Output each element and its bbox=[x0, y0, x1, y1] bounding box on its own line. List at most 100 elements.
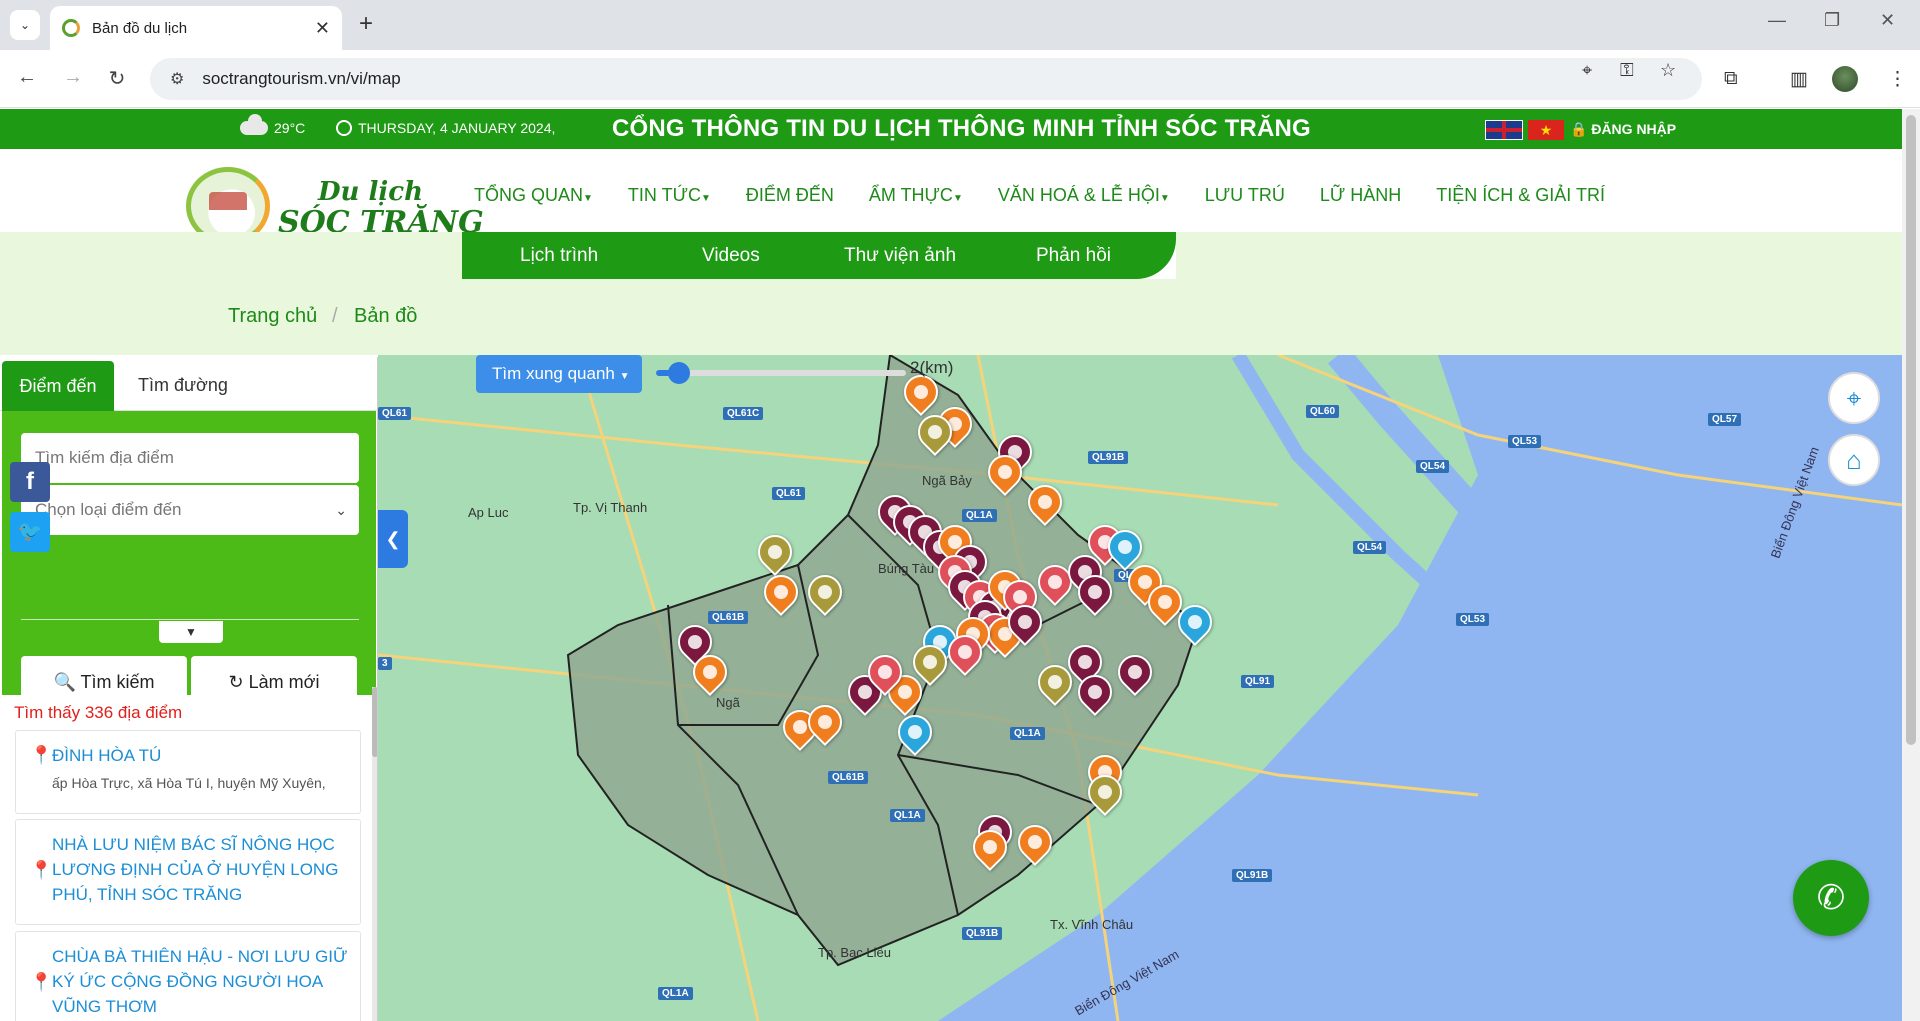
result-item[interactable]: 📍 ĐÌNH HÒA TÚ ấp Hòa Trực, xã Hòa Tú I, … bbox=[15, 730, 361, 814]
marker-symbol-icon bbox=[1025, 832, 1045, 852]
temperature: 29°C bbox=[274, 120, 306, 136]
key-icon[interactable]: ⚿ bbox=[1620, 60, 1634, 81]
subnav-thu-vien-anh[interactable]: Thư viện ảnh bbox=[844, 245, 956, 267]
weather: 29°C bbox=[240, 114, 306, 136]
marker-symbol-icon bbox=[1115, 537, 1135, 557]
minimize-icon[interactable]: — bbox=[1768, 10, 1786, 31]
nav-label: ĐIỂM ĐẾN bbox=[745, 185, 834, 205]
marker-symbol-icon bbox=[920, 652, 940, 672]
tab-close-icon[interactable]: ✕ bbox=[315, 18, 330, 39]
road-shield: QL61 bbox=[772, 487, 806, 500]
profile-avatar[interactable] bbox=[1832, 66, 1858, 92]
result-item[interactable]: 📍 NHÀ LƯU NIỆM BÁC SĨ NÔNG HỌC LƯƠNG ĐỊN… bbox=[15, 819, 361, 925]
nav-van-hoa[interactable]: VĂN HOÁ & LỄ HỘI▼ bbox=[998, 185, 1170, 206]
logo-text-line1: Du lịch bbox=[318, 177, 423, 207]
search-button[interactable]: 🔍 Tìm kiếm bbox=[21, 656, 187, 708]
forward-icon[interactable]: → bbox=[60, 66, 86, 89]
road-shield: QL53 bbox=[1456, 613, 1490, 626]
nav-label: ẨM THỰC bbox=[868, 185, 953, 205]
nav-tin-tuc[interactable]: TIN TỨC▼ bbox=[628, 185, 711, 206]
nearby-label: Tìm xung quanh bbox=[492, 364, 615, 383]
marker-symbol-icon bbox=[1095, 782, 1115, 802]
nav-tien-ich[interactable]: TIỆN ÍCH & GIẢI TRÍ bbox=[1436, 185, 1605, 206]
expand-filter-button[interactable]: ▼ bbox=[159, 621, 223, 643]
site-info-icon[interactable]: ⚙ bbox=[170, 69, 184, 89]
nav-label: LƯU TRÚ bbox=[1204, 185, 1285, 205]
search-icon: 🔍 bbox=[53, 672, 76, 692]
marker-symbol-icon bbox=[911, 382, 931, 402]
menu-icon[interactable]: ⋮ bbox=[1888, 68, 1907, 91]
nearby-search-button[interactable]: Tìm xung quanh ▼ bbox=[476, 355, 642, 393]
facebook-icon[interactable]: f bbox=[10, 462, 50, 502]
marker-symbol-icon bbox=[855, 682, 875, 702]
subnav-lich-trinh[interactable]: Lịch trình bbox=[520, 245, 598, 267]
twitter-icon[interactable]: 🐦 bbox=[10, 512, 50, 552]
road-shield: QL53 bbox=[1508, 435, 1542, 448]
place-label: Tp. Vị Thanh bbox=[573, 500, 648, 515]
place-type-select[interactable]: Chọn loại điểm đến ⌄ bbox=[21, 485, 359, 535]
place-label: Tx. Vĩnh Châu bbox=[1050, 917, 1134, 932]
main-nav: TỔNG QUAN▼ TIN TỨC▼ ĐIỂM ĐẾN ẨM THỰC▼ VĂ… bbox=[474, 185, 1640, 206]
bookmark-star-icon[interactable]: ☆ bbox=[1660, 60, 1676, 81]
browser-tab[interactable]: Bản đồ du lịch ✕ bbox=[50, 6, 342, 50]
nav-luu-tru[interactable]: LƯU TRÚ bbox=[1205, 185, 1285, 206]
subnav-phan-hoi[interactable]: Phản hồi bbox=[1036, 245, 1111, 267]
map-pin-icon: 📍 bbox=[30, 745, 53, 765]
marker-symbol-icon bbox=[980, 837, 1000, 857]
subnav-videos[interactable]: Videos bbox=[702, 245, 760, 267]
caret-down-icon: ▼ bbox=[583, 193, 593, 204]
page-scrollbar[interactable] bbox=[1902, 109, 1920, 1021]
current-date: THURSDAY, 4 JANUARY 2024, bbox=[358, 120, 556, 136]
extensions-icon[interactable]: ⧉ bbox=[1724, 68, 1738, 90]
nav-tong-quan[interactable]: TỔNG QUAN▼ bbox=[474, 185, 593, 206]
road-shield: QL91B bbox=[1232, 869, 1273, 882]
login-link[interactable]: 🔒 ĐĂNG NHẬP bbox=[1570, 121, 1676, 138]
map-pin-icon: 📍 bbox=[30, 972, 53, 992]
caret-down-icon: ▼ bbox=[700, 193, 711, 204]
english-flag-icon[interactable] bbox=[1485, 120, 1523, 140]
place-search-input[interactable]: Tìm kiếm địa điểm bbox=[21, 433, 359, 483]
marker-symbol-icon bbox=[1185, 612, 1205, 632]
road-shield: QL54 bbox=[1416, 460, 1450, 473]
home-icon[interactable]: ⌂ bbox=[1828, 434, 1880, 486]
result-count: Tìm thấy 336 địa điểm bbox=[14, 703, 183, 722]
close-window-icon[interactable]: ✕ bbox=[1880, 10, 1895, 31]
vietnam-flag-icon[interactable]: ★ bbox=[1528, 120, 1564, 140]
cloud-icon bbox=[240, 114, 268, 135]
tab-tim-duong[interactable]: Tìm đường bbox=[138, 375, 228, 396]
site-header: Du lịch SÓC TRĂNG TỔNG QUAN▼ TIN TỨC▼ ĐI… bbox=[0, 149, 1902, 279]
nav-lu-hanh[interactable]: LỮ HÀNH bbox=[1320, 185, 1401, 206]
page-scroll-thumb[interactable] bbox=[1906, 115, 1916, 745]
location-icon[interactable]: ⌖ bbox=[1582, 60, 1592, 81]
url-text: soctrangtourism.vn/vi/map bbox=[202, 69, 401, 88]
result-name: ĐÌNH HÒA TÚ bbox=[52, 746, 162, 765]
new-tab-button[interactable]: + bbox=[352, 10, 380, 38]
refresh-button[interactable]: ↻ Làm mới bbox=[191, 656, 357, 708]
reload-icon[interactable]: ↻ bbox=[104, 66, 130, 91]
url-box[interactable]: ⚙ soctrangtourism.vn/vi/map bbox=[150, 58, 1702, 100]
caret-down-icon: ▼ bbox=[952, 193, 963, 204]
restore-icon[interactable]: ❐ bbox=[1824, 10, 1840, 31]
road-shield: 3 bbox=[378, 657, 392, 670]
radius-slider-handle[interactable] bbox=[668, 362, 690, 384]
breadcrumb-home[interactable]: Trang chủ bbox=[228, 305, 317, 328]
marker-symbol-icon bbox=[1135, 572, 1155, 592]
tab-search-button[interactable]: ⌄ bbox=[10, 10, 40, 40]
messenger-icon[interactable]: ✆ bbox=[1793, 860, 1869, 936]
back-icon[interactable]: ← bbox=[14, 66, 40, 89]
result-item[interactable]: 📍 CHÙA BÀ THIÊN HẬU - NƠI LƯU GIỮ KÝ ỨC … bbox=[15, 931, 361, 1021]
place-label: Tp. Bạc Liêu bbox=[818, 945, 891, 960]
chevron-down-icon: ⌄ bbox=[335, 502, 347, 518]
crosshair-icon[interactable]: ⌖ bbox=[1828, 372, 1880, 424]
results-scroll-thumb[interactable] bbox=[372, 687, 377, 757]
result-name: NHÀ LƯU NIỆM BÁC SĨ NÔNG HỌC LƯƠNG ĐỊNH … bbox=[52, 835, 339, 904]
nav-am-thuc[interactable]: ẨM THỰC▼ bbox=[869, 185, 963, 206]
tourism-map[interactable]: Ap Luc Tp. Vị Thanh Ngã Bảy Búng Tàu Ngã… bbox=[378, 355, 1902, 1021]
refresh-icon: ↻ bbox=[228, 672, 244, 692]
radius-slider[interactable] bbox=[656, 370, 906, 376]
nav-diem-den[interactable]: ĐIỂM ĐẾN bbox=[746, 185, 834, 206]
collapse-panel-button[interactable]: ❮ bbox=[378, 510, 408, 568]
sidepanel-icon[interactable]: ▥ bbox=[1790, 68, 1808, 91]
place-label: Búng Tàu bbox=[878, 561, 935, 576]
tab-diem-den[interactable]: Điểm đến bbox=[2, 361, 114, 411]
